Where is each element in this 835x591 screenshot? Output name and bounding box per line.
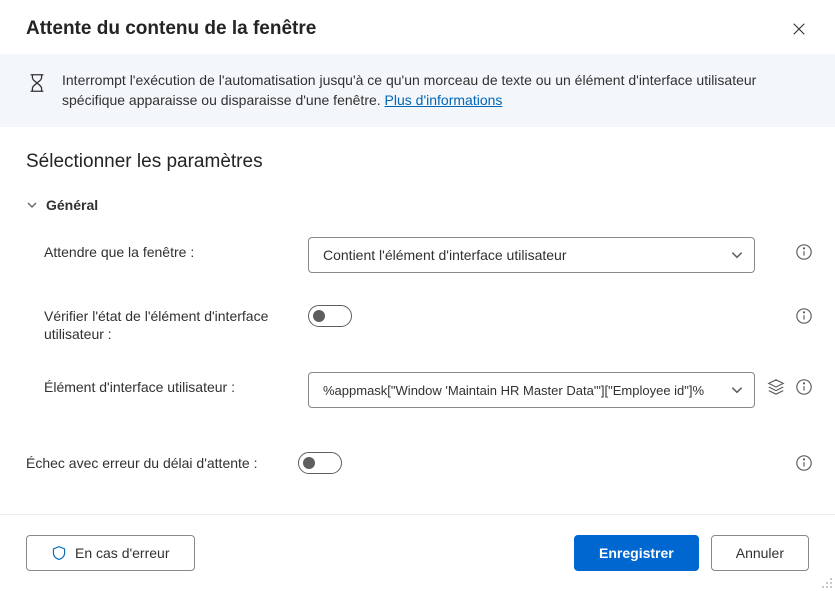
group-general-label: Général bbox=[46, 197, 98, 213]
chevron-down-icon bbox=[730, 383, 744, 397]
group-general-header[interactable]: Général bbox=[0, 183, 835, 223]
timeout-error-label: Échec avec erreur du délai d'attente : bbox=[26, 448, 286, 473]
hourglass-icon bbox=[26, 72, 48, 94]
ui-element-value: %appmask["Window 'Maintain HR Master Dat… bbox=[323, 383, 704, 398]
info-banner: Interrompt l'exécution de l'automatisati… bbox=[0, 54, 835, 127]
cancel-label: Annuler bbox=[736, 545, 784, 561]
save-label: Enregistrer bbox=[599, 545, 674, 561]
check-state-label: Vérifier l'état de l'élément d'interface… bbox=[44, 301, 296, 345]
shield-icon bbox=[51, 545, 67, 561]
toggle-knob bbox=[303, 457, 315, 469]
check-state-toggle[interactable] bbox=[308, 305, 352, 327]
resize-grip-icon[interactable] bbox=[821, 577, 833, 589]
section-title: Sélectionner les paramètres bbox=[0, 127, 835, 183]
info-icon[interactable] bbox=[795, 378, 813, 396]
wait-window-select[interactable]: Contient l'élément d'interface utilisate… bbox=[308, 237, 755, 273]
wait-window-value: Contient l'élément d'interface utilisate… bbox=[323, 247, 566, 263]
dialog-title: Attente du contenu de la fenêtre bbox=[26, 18, 316, 40]
info-icon[interactable] bbox=[795, 307, 813, 325]
save-button[interactable]: Enregistrer bbox=[574, 535, 699, 571]
ui-element-select[interactable]: %appmask["Window 'Maintain HR Master Dat… bbox=[308, 372, 755, 408]
info-icon[interactable] bbox=[795, 243, 813, 261]
timeout-error-toggle[interactable] bbox=[298, 452, 342, 474]
ui-element-label: Élément d'interface utilisateur : bbox=[44, 372, 296, 397]
dialog-footer: En cas d'erreur Enregistrer Annuler bbox=[0, 514, 835, 591]
banner-text: Interrompt l'exécution de l'automatisati… bbox=[62, 70, 809, 111]
close-button[interactable] bbox=[789, 19, 809, 39]
cancel-button[interactable]: Annuler bbox=[711, 535, 809, 571]
ui-element-picker-icon[interactable] bbox=[767, 378, 785, 396]
wait-window-label: Attendre que la fenêtre : bbox=[44, 237, 296, 262]
on-error-label: En cas d'erreur bbox=[75, 545, 170, 561]
on-error-button[interactable]: En cas d'erreur bbox=[26, 535, 195, 571]
close-icon bbox=[792, 22, 806, 36]
info-icon[interactable] bbox=[795, 454, 813, 472]
more-info-link[interactable]: Plus d'informations bbox=[385, 92, 503, 108]
chevron-down-icon bbox=[26, 199, 38, 211]
chevron-down-icon bbox=[730, 248, 744, 262]
toggle-knob bbox=[313, 310, 325, 322]
